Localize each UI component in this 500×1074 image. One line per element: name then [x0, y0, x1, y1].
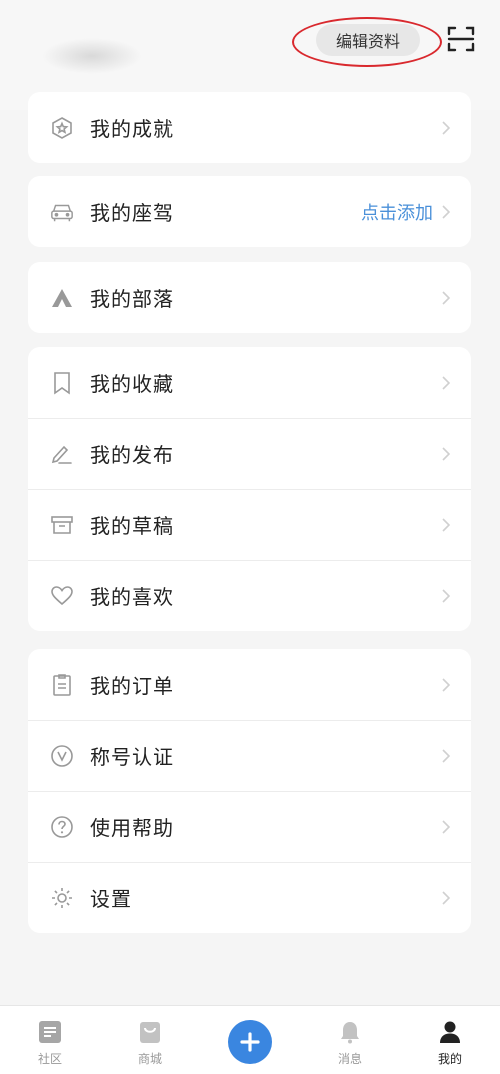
add-vehicle-link[interactable]: 点击添加 [361, 199, 433, 225]
menu-item-tribe[interactable]: 我的部落 [28, 262, 471, 333]
tab-community[interactable]: 社区 [15, 1006, 85, 1074]
tab-label: 社区 [37, 1052, 62, 1066]
chevron-right-icon [442, 890, 451, 905]
bookmark-icon [50, 371, 74, 395]
community-icon [36, 1018, 64, 1046]
gear-icon [50, 886, 74, 910]
shop-bag-icon [136, 1018, 164, 1046]
chevron-right-icon [442, 819, 451, 834]
menu-item-drafts[interactable]: 我的草稿 [28, 489, 471, 560]
menu-group-tribe: 我的部落 [28, 262, 471, 333]
user-icon [436, 1018, 464, 1046]
chevron-right-icon [442, 748, 451, 763]
chevron-right-icon [442, 290, 451, 305]
menu-item-title-verification[interactable]: 称号认证 [28, 720, 471, 791]
badge-icon [50, 116, 74, 140]
clipboard-icon [50, 673, 74, 697]
menu-item-label: 我的成就 [90, 117, 174, 141]
chevron-right-icon [442, 120, 451, 135]
menu-item-label: 我的订单 [90, 674, 174, 698]
menu-item-favorites[interactable]: 我的收藏 [28, 347, 471, 418]
menu-item-label: 称号认证 [90, 745, 174, 769]
chevron-right-icon [442, 204, 451, 219]
car-icon [50, 200, 74, 224]
menu-item-label: 我的喜欢 [90, 585, 174, 609]
tab-label: 消息 [337, 1052, 362, 1066]
menu-item-label: 我的发布 [90, 443, 174, 467]
menu-item-posts[interactable]: 我的发布 [28, 418, 471, 489]
menu-item-label: 我的座驾 [90, 201, 174, 225]
plus-icon [240, 1032, 260, 1052]
create-post-button[interactable] [228, 1020, 272, 1064]
tab-me[interactable]: 我的 [415, 1006, 485, 1074]
chevron-right-icon [442, 446, 451, 461]
tab-label: 商城 [137, 1052, 162, 1066]
bell-icon [336, 1018, 364, 1046]
chevron-right-icon [442, 517, 451, 532]
tribe-icon [50, 286, 74, 310]
menu-group-achievements: 我的成就 [28, 92, 471, 163]
menu-item-orders[interactable]: 我的订单 [28, 649, 471, 720]
heart-icon [50, 584, 74, 608]
tab-label: 我的 [437, 1052, 462, 1066]
bottom-tab-bar: 社区 商城 消息 我的 [0, 1005, 500, 1074]
edit-profile-button[interactable]: 编辑资料 [316, 24, 420, 56]
menu-item-likes[interactable]: 我的喜欢 [28, 560, 471, 631]
menu-item-achievements[interactable]: 我的成就 [28, 92, 471, 163]
avatar[interactable] [42, 38, 142, 74]
draft-box-icon [50, 513, 74, 537]
question-icon [50, 815, 74, 839]
pen-icon [50, 442, 74, 466]
menu-item-label: 我的部落 [90, 287, 174, 311]
menu-group-account: 我的订单 称号认证 使用帮助 设置 [28, 649, 471, 933]
menu-item-vehicle[interactable]: 我的座驾 点击添加 [28, 176, 471, 247]
tab-messages[interactable]: 消息 [315, 1006, 385, 1074]
menu-item-label: 我的草稿 [90, 514, 174, 538]
chevron-right-icon [442, 375, 451, 390]
menu-item-label: 使用帮助 [90, 816, 174, 840]
menu-item-help[interactable]: 使用帮助 [28, 791, 471, 862]
scan-icon[interactable] [446, 24, 476, 54]
menu-group-vehicle: 我的座驾 点击添加 [28, 176, 471, 247]
menu-item-settings[interactable]: 设置 [28, 862, 471, 933]
chevron-right-icon [442, 677, 451, 692]
verified-v-icon [50, 744, 74, 768]
menu-item-label: 设置 [90, 887, 132, 911]
menu-group-content: 我的收藏 我的发布 我的草稿 我的喜欢 [28, 347, 471, 631]
menu-item-label: 我的收藏 [90, 372, 174, 396]
chevron-right-icon [442, 588, 451, 603]
tab-shop[interactable]: 商城 [115, 1006, 185, 1074]
